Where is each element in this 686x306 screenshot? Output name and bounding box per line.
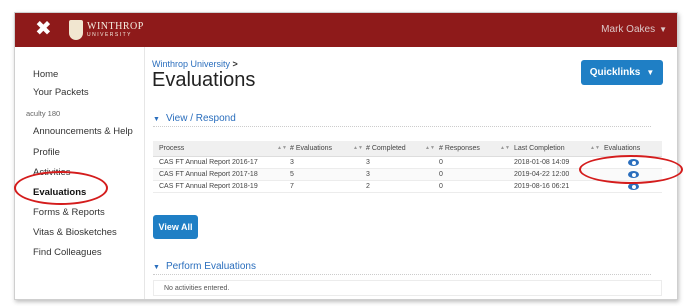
responses-cell: 0 (439, 171, 443, 178)
sidebar-item-vitas-biosketches[interactable]: Vitas & Biosketches (33, 227, 117, 238)
quicklinks-label: Quicklinks (589, 67, 641, 78)
breadcrumb-link[interactable]: Winthrop University (152, 59, 230, 69)
column-header-process[interactable]: Process (159, 145, 184, 152)
completed-cell: 2 (366, 183, 370, 190)
sort-icon[interactable]: ▲▼ (590, 145, 600, 151)
sidebar-item-announcements-help[interactable]: Announcements & Help (33, 126, 133, 137)
page-title: Evaluations (152, 69, 256, 91)
responses-cell: 0 (439, 183, 443, 190)
sidebar-group-label: aculty 180 (26, 109, 61, 118)
sort-icon[interactable]: ▲▼ (277, 145, 287, 151)
section-title: Perform Evaluations (165, 261, 256, 272)
view-respond-section-toggle[interactable]: ▼ View / Respond (153, 113, 651, 127)
logo-subtext: UNIVERSITY (87, 32, 133, 38)
close-icon[interactable]: ✖ (35, 19, 52, 39)
empty-message: No activities entered. (153, 280, 662, 296)
annotation-circle (14, 171, 108, 205)
last-completion-cell: 2019-08-16 06:21 (514, 183, 570, 190)
sort-icon[interactable]: ▲▼ (353, 145, 363, 151)
process-cell: CAS FT Annual Report 2017-18 (159, 171, 258, 178)
table-row: CAS FT Annual Report 2018-19 7 2 0 2019-… (153, 181, 662, 193)
sort-icon[interactable]: ▲▼ (425, 145, 435, 151)
evaluations-count-cell: 7 (290, 183, 294, 190)
completed-cell: 3 (366, 159, 370, 166)
sidebar-item-profile[interactable]: Profile (33, 147, 60, 158)
app-window: ✖ WINTHROP UNIVERSITY Mark Oakes ▼ Home Y… (14, 12, 678, 300)
breadcrumb: Winthrop University > (152, 59, 238, 69)
process-cell: CAS FT Annual Report 2018-19 (159, 183, 258, 190)
eye-icon[interactable] (628, 183, 639, 190)
completed-cell: 3 (366, 171, 370, 178)
sidebar-item-your-packets[interactable]: Your Packets (33, 87, 89, 98)
responses-cell: 0 (439, 159, 443, 166)
top-bar: ✖ WINTHROP UNIVERSITY Mark Oakes ▼ (15, 13, 677, 47)
column-header-last-completion[interactable]: Last Completion (514, 145, 565, 152)
process-cell: CAS FT Annual Report 2016-17 (159, 159, 258, 166)
column-header-evaluations-count[interactable]: # Evaluations (290, 145, 332, 152)
perform-evaluations-section-toggle[interactable]: ▼ Perform Evaluations (153, 261, 651, 275)
user-name: Mark Oakes (601, 24, 656, 35)
user-menu[interactable]: Mark Oakes ▼ (601, 24, 667, 35)
sidebar-item-home[interactable]: Home (33, 69, 58, 80)
last-completion-cell: 2019-04-22 12:00 (514, 171, 570, 178)
table-header: Process ▲▼ # Evaluations ▲▼ # Completed … (153, 141, 662, 157)
sidebar-item-find-colleagues[interactable]: Find Colleagues (33, 247, 102, 258)
sidebar-item-forms-reports[interactable]: Forms & Reports (33, 207, 105, 218)
column-header-completed[interactable]: # Completed (366, 145, 406, 152)
evaluations-count-cell: 5 (290, 171, 294, 178)
section-title: View / Respond (165, 113, 236, 124)
chevron-down-icon: ▼ (659, 25, 667, 34)
column-header-evaluations: Evaluations (604, 145, 641, 152)
evaluations-count-cell: 3 (290, 159, 294, 166)
triangle-down-icon: ▼ (153, 264, 160, 271)
triangle-down-icon: ▼ (153, 116, 160, 123)
chevron-down-icon: ▼ (646, 68, 655, 77)
breadcrumb-separator: > (232, 59, 238, 69)
last-completion-cell: 2018-01-08 14:09 (514, 159, 570, 166)
winthrop-logo[interactable]: WINTHROP UNIVERSITY (69, 20, 144, 40)
view-all-button[interactable]: View All (153, 215, 198, 239)
column-header-responses[interactable]: # Responses (439, 145, 480, 152)
annotation-circle (579, 155, 683, 184)
sort-icon[interactable]: ▲▼ (500, 145, 510, 151)
logo-text: WINTHROP (87, 21, 144, 32)
quicklinks-button[interactable]: Quicklinks ▼ (581, 60, 663, 85)
shield-icon (69, 20, 83, 40)
